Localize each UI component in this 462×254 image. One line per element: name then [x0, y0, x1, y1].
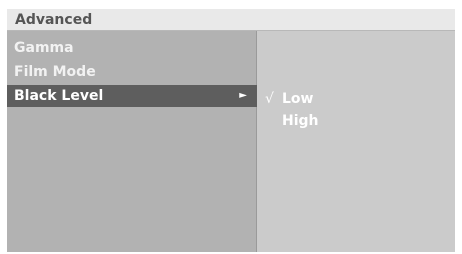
option-label: High [282, 113, 319, 129]
checkmark-icon: √ [265, 91, 274, 107]
advanced-menu-window: Advanced Gamma Film Mode Black Level ► √… [7, 9, 455, 252]
menu-item-label: Black Level [14, 88, 104, 104]
menu-item-label: Film Mode [14, 64, 96, 80]
submenu-options: √ Low High [257, 31, 455, 252]
option-high[interactable]: High [265, 111, 319, 131]
menu-title: Advanced [15, 12, 93, 28]
menu-list: Gamma Film Mode Black Level ► [7, 31, 257, 252]
option-low[interactable]: √ Low [265, 89, 313, 109]
menu-item-gamma[interactable]: Gamma [7, 37, 257, 59]
menu-item-black-level[interactable]: Black Level ► [7, 85, 257, 107]
menu-item-film-mode[interactable]: Film Mode [7, 61, 257, 83]
submenu-arrow-icon: ► [239, 90, 247, 101]
menu-item-label: Gamma [14, 40, 74, 56]
menu-header: Advanced [7, 9, 455, 31]
option-label: Low [282, 91, 314, 107]
